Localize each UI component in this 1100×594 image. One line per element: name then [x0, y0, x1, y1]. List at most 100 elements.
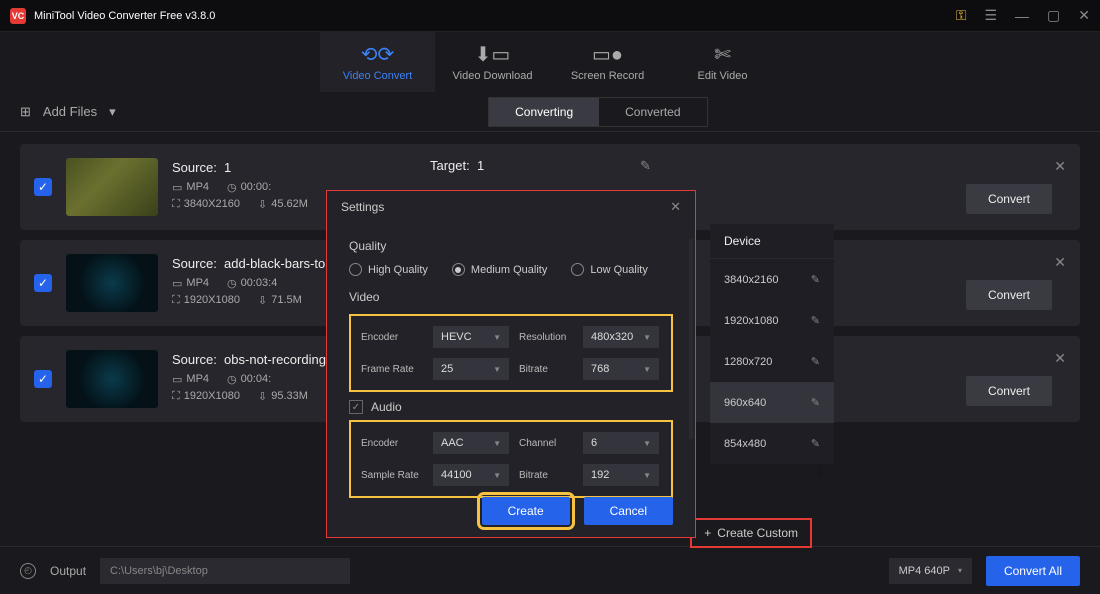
resolution-option[interactable]: 960x640✎	[710, 382, 834, 423]
remove-row-icon[interactable]: ✕	[1054, 350, 1066, 367]
format-badge: ▭ MP4	[172, 181, 209, 194]
video-framerate-select[interactable]: 25▼	[433, 358, 509, 380]
row-checkbox[interactable]: ✓	[34, 274, 52, 292]
edit-icon[interactable]: ✎	[811, 273, 820, 286]
edit-icon[interactable]: ✎	[811, 437, 820, 450]
status-segments: Converting Converted	[488, 97, 707, 127]
duration: ◷ 00:04:	[227, 373, 271, 386]
tab-edit-video[interactable]: ✄ Edit Video	[665, 32, 780, 92]
video-settings: Encoder HEVC▼ Resolution 480x320▼ Frame …	[349, 314, 673, 392]
edit-icon[interactable]: ✎	[811, 396, 820, 409]
thumbnail	[66, 158, 158, 216]
edit-icon[interactable]: ✎	[811, 355, 820, 368]
plus-icon: +	[704, 526, 711, 540]
audio-checkbox[interactable]: ✓	[349, 400, 363, 414]
source-label: Source:	[172, 160, 217, 175]
output-path-input[interactable]	[100, 558, 350, 584]
dropdown-caret-icon[interactable]: ▾	[109, 104, 116, 120]
create-button[interactable]: Create	[482, 497, 570, 525]
duration: ◷ 00:03:4	[227, 277, 277, 290]
thumbnail	[66, 254, 158, 312]
source-label: Source:	[172, 352, 217, 367]
convert-button[interactable]: Convert	[966, 376, 1052, 406]
target-label: Target:	[430, 158, 470, 173]
audio-settings: Encoder AAC▼ Channel 6▼ Sample Rate 4410…	[349, 420, 673, 498]
maximize-icon[interactable]: ▢	[1047, 7, 1060, 24]
resolution-option[interactable]: 3840x2160✎	[710, 259, 834, 300]
create-custom-label: Create Custom	[717, 526, 798, 540]
remove-row-icon[interactable]: ✕	[1054, 158, 1066, 175]
toolbar: ⊞ Add Files ▾ Converting Converted	[0, 92, 1100, 132]
tab-label: Screen Record	[571, 70, 644, 82]
source-name: obs-not-recording	[224, 352, 326, 367]
output-format-select[interactable]: MP4 640P▾	[889, 558, 972, 584]
modal-scrollbar[interactable]	[689, 239, 693, 439]
target-name: 1	[477, 158, 484, 173]
file-info: Source: add-black-bars-to ▭ MP4 ◷ 00:03:…	[172, 256, 325, 311]
tab-video-download[interactable]: ⬇▭ Video Download	[435, 32, 550, 92]
channel-label: Channel	[519, 438, 573, 449]
remove-row-icon[interactable]: ✕	[1054, 254, 1066, 271]
audio-section-header: ✓ Audio	[349, 400, 673, 414]
tab-video-convert[interactable]: ⟲⟳ Video Convert	[320, 32, 435, 92]
app-title: MiniTool Video Converter Free v3.8.0	[34, 10, 956, 22]
segment-converted[interactable]: Converted	[599, 98, 706, 126]
row-checkbox[interactable]: ✓	[34, 370, 52, 388]
video-encoder-select[interactable]: HEVC▼	[433, 326, 509, 348]
tab-label: Video Download	[453, 70, 533, 82]
add-files-label: Add Files	[43, 104, 97, 119]
radio-low-quality[interactable]: Low Quality	[571, 263, 647, 276]
audio-encoder-select[interactable]: AAC▼	[433, 432, 509, 454]
record-icon: ▭●	[592, 42, 623, 66]
source-label: Source:	[172, 256, 217, 271]
add-files-button[interactable]: ⊞ Add Files ▾	[20, 104, 116, 120]
cancel-button[interactable]: Cancel	[584, 497, 673, 525]
schedule-icon[interactable]: ◴	[20, 563, 36, 579]
convert-button[interactable]: Convert	[966, 280, 1052, 310]
segment-converting[interactable]: Converting	[489, 98, 599, 126]
resolution: ⛶ 3840X2160	[172, 198, 240, 211]
video-resolution-select[interactable]: 480x320▼	[583, 326, 659, 348]
filesize: ⇩ 95.33M	[258, 390, 308, 403]
quality-label: Quality	[349, 239, 673, 253]
resolution: ⛶ 1920X1080	[172, 294, 240, 307]
menu-icon[interactable]: ☰	[984, 7, 997, 24]
panel-header: Device	[710, 224, 834, 259]
convert-button[interactable]: Convert	[966, 184, 1052, 214]
resolution-option[interactable]: 1920x1080✎	[710, 300, 834, 341]
close-icon[interactable]: ✕	[1078, 7, 1090, 24]
resolution-option[interactable]: 854x480✎	[710, 423, 834, 464]
key-icon[interactable]: ⚿	[956, 7, 967, 24]
filesize: ⇩ 45.62M	[258, 198, 308, 211]
tab-screen-record[interactable]: ▭● Screen Record	[550, 32, 665, 92]
video-bitrate-select[interactable]: 768▼	[583, 358, 659, 380]
edit-target-icon[interactable]: ✎	[640, 158, 651, 174]
source-name: 1	[224, 160, 231, 175]
main-tabs: ⟲⟳ Video Convert ⬇▭ Video Download ▭● Sc…	[0, 32, 1100, 92]
edit-icon: ✄	[714, 42, 731, 66]
duration: ◷ 00:00:	[227, 181, 271, 194]
edit-icon[interactable]: ✎	[811, 314, 820, 327]
convert-all-button[interactable]: Convert All	[986, 556, 1080, 586]
radio-medium-quality[interactable]: Medium Quality	[452, 263, 547, 276]
convert-icon: ⟲⟳	[361, 42, 395, 66]
output-label: Output	[50, 564, 86, 578]
minimize-icon[interactable]: —	[1015, 8, 1029, 24]
modal-title: Settings	[341, 200, 384, 214]
resolution: ⛶ 1920X1080	[172, 390, 240, 403]
radio-high-quality[interactable]: High Quality	[349, 263, 428, 276]
audio-channel-select[interactable]: 6▼	[583, 432, 659, 454]
row-checkbox[interactable]: ✓	[34, 178, 52, 196]
filesize: ⇩ 71.5M	[258, 294, 302, 307]
modal-close-icon[interactable]: ✕	[670, 199, 681, 215]
audio-bitrate-select[interactable]: 192▼	[583, 464, 659, 486]
bitrate-label: Bitrate	[519, 470, 573, 481]
framerate-label: Frame Rate	[361, 364, 423, 375]
format-badge: ▭ MP4	[172, 277, 209, 290]
resolution-panel: Device 3840x2160✎ 1920x1080✎ 1280x720✎ 9…	[710, 224, 834, 464]
create-custom-button[interactable]: + Create Custom	[690, 518, 812, 548]
source-name: add-black-bars-to	[224, 256, 325, 271]
resolution-option[interactable]: 1280x720✎	[710, 341, 834, 382]
audio-samplerate-select[interactable]: 44100▼	[433, 464, 509, 486]
modal-header: Settings ✕	[327, 191, 695, 223]
